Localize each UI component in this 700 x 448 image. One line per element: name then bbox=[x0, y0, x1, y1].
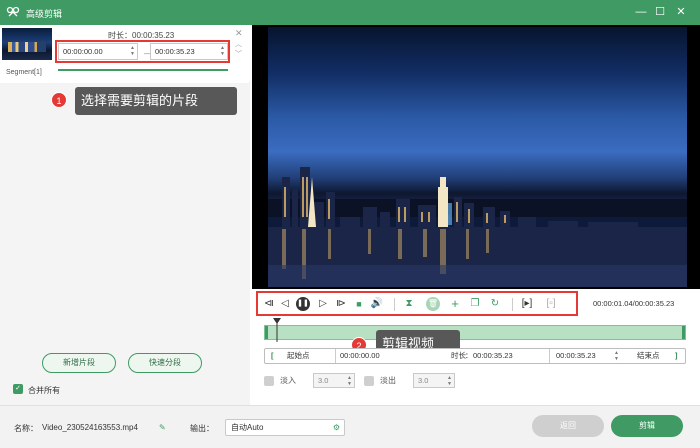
merge-all-label: 合并所有 bbox=[28, 386, 60, 395]
fade-out-label: 淡出 bbox=[380, 376, 396, 385]
timeline-start-handle[interactable] bbox=[265, 326, 268, 339]
segment-label: Segment[1] bbox=[6, 69, 42, 76]
pause-icon[interactable]: ❚❚ bbox=[296, 297, 310, 311]
playback-timecode: 00:00:01.04/00:00:35.23 bbox=[593, 299, 675, 308]
video-preview[interactable] bbox=[252, 25, 700, 289]
stepper-icon[interactable]: ▲ ▼ bbox=[130, 45, 135, 57]
video-frame bbox=[268, 27, 687, 287]
video-frame-image bbox=[268, 167, 687, 287]
timeline-track[interactable] bbox=[264, 325, 686, 340]
file-name: Video_230524163553.mp4 bbox=[42, 423, 138, 432]
close-icon[interactable]: ✕ bbox=[672, 3, 690, 21]
reset-icon[interactable]: ↻ bbox=[488, 297, 502, 311]
segment-panel: Segment[1] 时长：00:00:35.23 00:00:00.00 ▲ ▼… bbox=[0, 25, 250, 405]
callout-select-segment: 选择需要剪辑的片段 bbox=[75, 87, 237, 115]
fade-out-input[interactable]: 3.0 ▲ ▼ bbox=[413, 373, 455, 388]
bottom-bar: 名称： Video_230524163553.mp4 ✎ 输出： 自动Auto … bbox=[0, 405, 700, 448]
jump-to-end-icon[interactable]: ⧐ bbox=[334, 297, 348, 311]
back-button[interactable]: 返回 bbox=[532, 415, 604, 437]
segment-list-area bbox=[0, 83, 250, 405]
previous-frame-icon[interactable]: ◁ bbox=[278, 297, 292, 311]
edit-controls-bar: ⧏ ◁ ❚❚ ▷ ⧐ ■ 🔊 ⧗ 🗑 + ❐ ↻ [▸] [▫] bbox=[256, 291, 578, 316]
volume-icon[interactable]: 🔊 bbox=[370, 297, 384, 311]
quick-split-button[interactable]: 快速分段 bbox=[128, 353, 202, 373]
delete-icon[interactable]: 🗑 bbox=[426, 297, 440, 311]
stepper-icon[interactable]: ▲ ▼ bbox=[447, 375, 452, 387]
rename-pencil-icon[interactable]: ✎ bbox=[159, 423, 166, 432]
minimize-icon[interactable]: — bbox=[632, 3, 650, 21]
window-title: 高级剪辑 bbox=[26, 9, 63, 19]
callout-one-badge: 1 bbox=[51, 92, 67, 108]
name-label: 名称： bbox=[14, 424, 38, 433]
move-down-icon[interactable]: ﹀ bbox=[235, 49, 242, 59]
split-icon[interactable]: ⧗ bbox=[402, 297, 416, 311]
duration-colon: ： bbox=[465, 351, 473, 360]
remove-segment-icon[interactable]: ✕ bbox=[235, 28, 243, 39]
segment-end-input[interactable]: 00:00:35.23 ▲ ▼ bbox=[150, 43, 228, 60]
copy-icon[interactable]: ❐ bbox=[468, 297, 482, 311]
fade-in-checkbox[interactable] bbox=[264, 376, 274, 386]
end-time-input[interactable]: 00:00:35.23 ▲ ▼ bbox=[549, 349, 621, 363]
stop-icon[interactable]: ■ bbox=[352, 297, 366, 311]
stepper-icon[interactable]: ▲ ▼ bbox=[347, 375, 352, 387]
start-time-input[interactable]: 00:00:00.00 bbox=[335, 349, 415, 363]
timeline-end-handle[interactable] bbox=[682, 326, 685, 339]
duration-label: 时长 bbox=[451, 351, 466, 360]
duration-value: 00:00:35.23 bbox=[473, 351, 513, 360]
range-settings: [ 起始点 00:00:00.00 时长 ： 00:00:35.23 00:00… bbox=[264, 348, 686, 364]
settings-gear-icon[interactable]: ⚙ bbox=[333, 420, 340, 435]
stepper-icon[interactable]: ▲ ▼ bbox=[220, 45, 225, 57]
app-logo-icon bbox=[6, 6, 20, 17]
output-select[interactable]: 自动Auto ⚙ bbox=[225, 419, 345, 436]
merge-all-checkbox[interactable]: ✓ bbox=[13, 384, 23, 394]
jump-to-start-icon[interactable]: ⧏ bbox=[262, 297, 276, 311]
end-point-button[interactable]: 结束点 bbox=[637, 349, 660, 363]
stepper-icon[interactable]: ▲ ▼ bbox=[614, 350, 619, 362]
fade-in-label: 淡入 bbox=[280, 376, 296, 385]
move-up-icon[interactable]: ︿ bbox=[235, 39, 242, 49]
fit-frame-icon[interactable]: [▫] bbox=[544, 297, 558, 311]
add-segment-button[interactable]: 新增片段 bbox=[42, 353, 116, 373]
title-bar: 高级剪辑 — ☐ ✕ bbox=[0, 0, 700, 25]
end-bracket-icon[interactable]: ] bbox=[675, 349, 678, 363]
segment-item[interactable]: Segment[1] 时长：00:00:35.23 00:00:00.00 ▲ ▼… bbox=[0, 25, 250, 82]
fade-in-input[interactable]: 3.0 ▲ ▼ bbox=[313, 373, 355, 388]
start-bracket-icon[interactable]: [ bbox=[271, 349, 274, 363]
segment-start-input[interactable]: 00:00:00.00 ▲ ▼ bbox=[58, 43, 138, 60]
add-icon[interactable]: + bbox=[448, 297, 462, 311]
segment-thumbnail bbox=[2, 28, 52, 60]
fade-out-checkbox[interactable] bbox=[364, 376, 374, 386]
start-point-button[interactable]: 起始点 bbox=[287, 349, 310, 363]
maximize-icon[interactable]: ☐ bbox=[651, 3, 669, 21]
cut-button[interactable]: 剪辑 bbox=[611, 415, 683, 437]
playhead-marker[interactable] bbox=[272, 318, 281, 342]
segment-progress bbox=[58, 69, 228, 71]
set-marker-icon[interactable]: [▸] bbox=[520, 297, 534, 311]
output-label: 输出： bbox=[190, 424, 214, 433]
next-frame-icon[interactable]: ▷ bbox=[316, 297, 330, 311]
